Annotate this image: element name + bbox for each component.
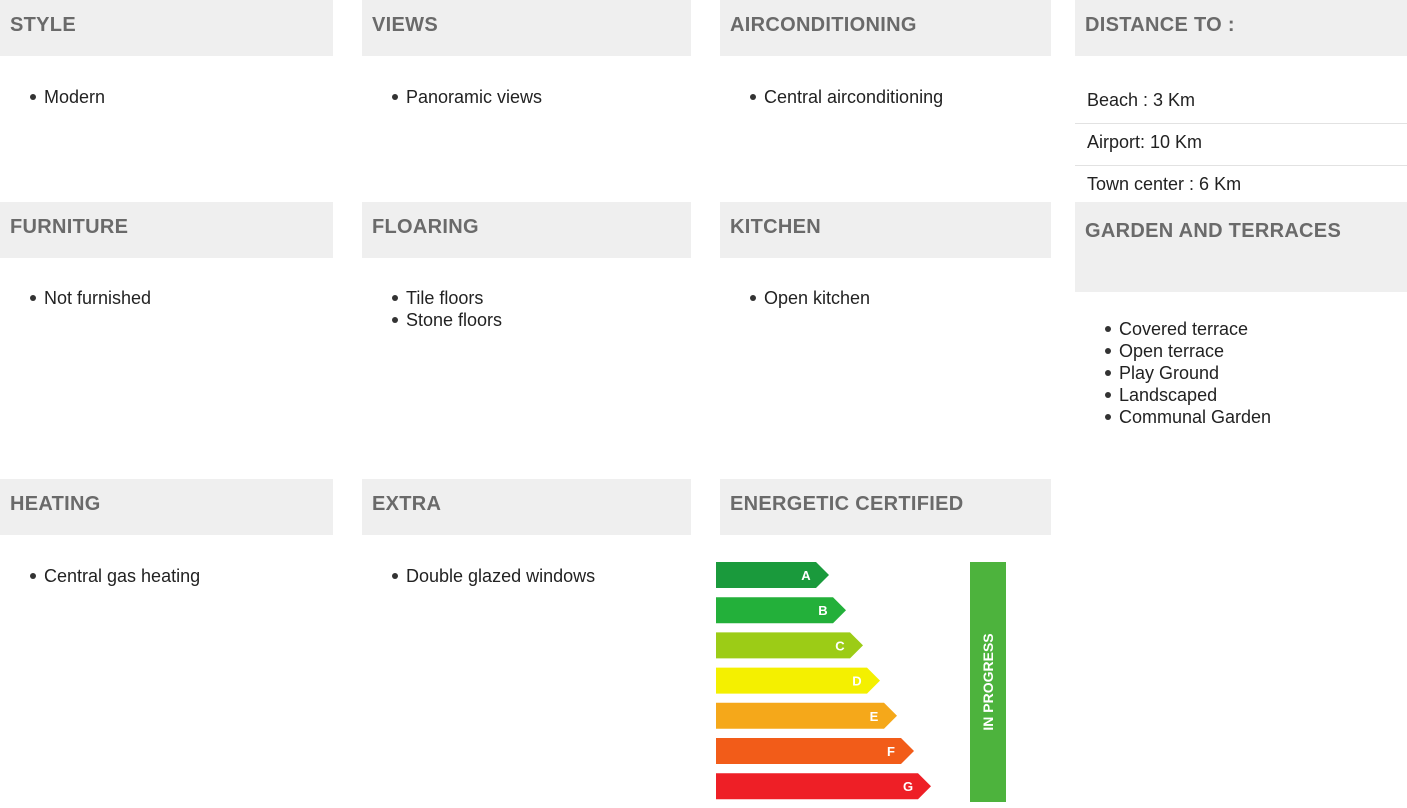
energy-bar-letter: A <box>801 568 811 583</box>
furniture-list: Not furnished <box>10 287 151 309</box>
energy-bar-g <box>716 773 931 800</box>
list-item: Central gas heating <box>30 565 200 587</box>
energy-bar-f <box>716 738 914 764</box>
energy-bar-letter: D <box>852 674 861 689</box>
list-item: Communal Garden <box>1105 406 1271 428</box>
list-item: Double glazed windows <box>392 565 595 587</box>
list-item: Tile floors <box>392 287 502 309</box>
energy-bar-letter: E <box>870 709 879 724</box>
list-item: Play Ground <box>1105 362 1271 384</box>
flooring-list: Tile floors Stone floors <box>372 287 502 331</box>
in-progress-label: IN PROGRESS <box>980 633 996 730</box>
kitchen-heading: KITCHEN <box>720 202 1051 258</box>
style-list: Modern <box>10 86 105 108</box>
views-heading: VIEWS <box>362 0 691 56</box>
energy-bar-letter: G <box>903 779 913 794</box>
furniture-heading: FURNITURE <box>0 202 333 258</box>
energy-bar-letter: B <box>818 603 827 618</box>
garden-list: Covered terrace Open terrace Play Ground… <box>1085 318 1271 428</box>
list-item: Stone floors <box>392 309 502 331</box>
airconditioning-list: Central airconditioning <box>730 86 943 108</box>
flooring-heading: FLOARING <box>362 202 691 258</box>
kitchen-list: Open kitchen <box>730 287 870 309</box>
heating-heading: HEATING <box>0 479 333 535</box>
list-item: Panoramic views <box>392 86 542 108</box>
garden-heading: GARDEN AND TERRACES <box>1075 202 1407 292</box>
heating-list: Central gas heating <box>10 565 200 587</box>
energy-label-chart: A B C D E F G IN PROGRESS <box>716 562 1006 802</box>
list-item: Landscaped <box>1105 384 1271 406</box>
extra-heading: EXTRA <box>362 479 691 535</box>
energy-heading: ENERGETIC CERTIFIED <box>720 479 1051 535</box>
views-list: Panoramic views <box>372 86 542 108</box>
distance-item: Beach : 3 Km <box>1075 82 1407 124</box>
style-heading: STYLE <box>0 0 333 56</box>
distance-item: Airport: 10 Km <box>1075 124 1407 166</box>
energy-bar-letter: F <box>887 744 895 759</box>
extra-list: Double glazed windows <box>372 565 595 587</box>
list-item: Not furnished <box>30 287 151 309</box>
list-item: Covered terrace <box>1105 318 1271 340</box>
list-item: Open kitchen <box>750 287 870 309</box>
airconditioning-heading: AIRCONDITIONING <box>720 0 1051 56</box>
energy-bar-a <box>716 562 829 588</box>
distance-list: Beach : 3 Km Airport: 10 Km Town center … <box>1075 82 1407 208</box>
list-item: Open terrace <box>1105 340 1271 362</box>
list-item: Modern <box>30 86 105 108</box>
list-item: Central airconditioning <box>750 86 943 108</box>
energy-bar-letter: C <box>835 638 845 653</box>
distance-heading: DISTANCE TO : <box>1075 0 1407 56</box>
